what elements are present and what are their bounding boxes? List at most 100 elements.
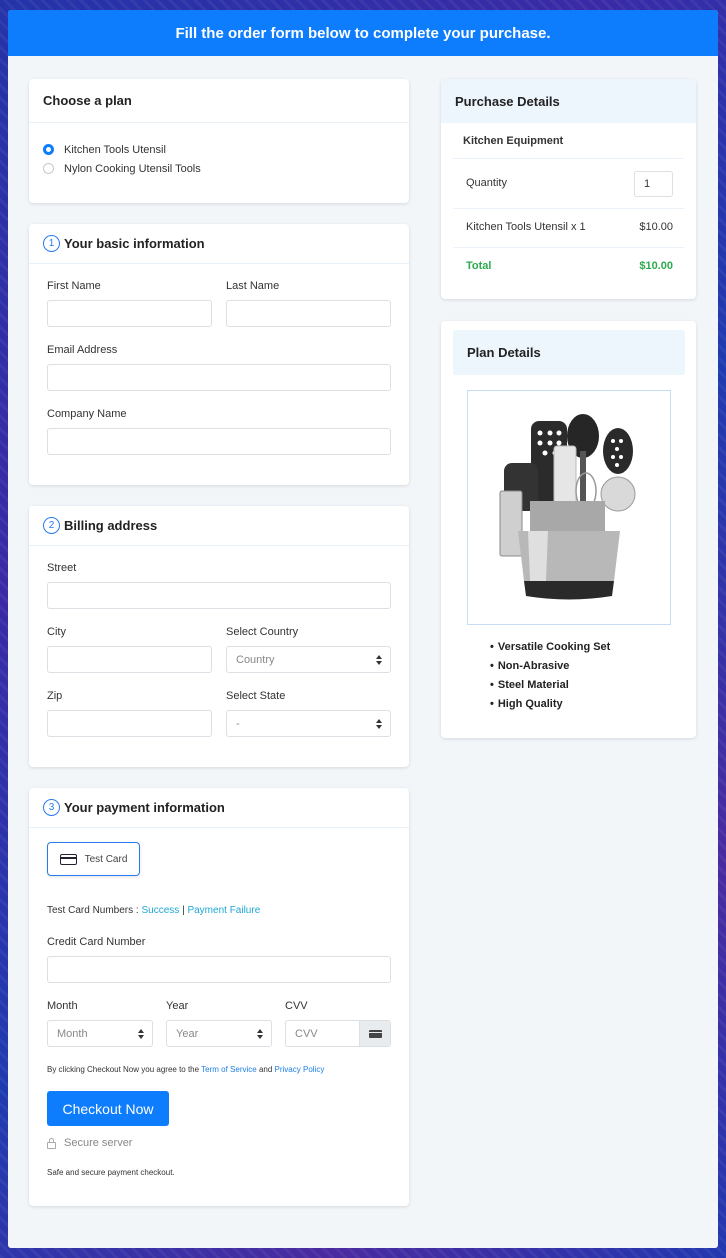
basic-info-card: 1 Your basic information First Name Last…: [29, 224, 409, 485]
email-label: Email Address: [47, 344, 118, 356]
month-label: Month: [47, 1000, 78, 1012]
banner-title: Fill the order form below to complete yo…: [175, 24, 551, 42]
purchase-details-title: Purchase Details: [455, 93, 560, 109]
privacy-policy-link[interactable]: Privacy Policy: [275, 1065, 325, 1074]
country-select[interactable]: Country: [226, 646, 391, 673]
first-name-label: First Name: [47, 280, 101, 292]
billing-title: Billing address: [64, 518, 158, 533]
country-label: Select Country: [226, 626, 299, 638]
street-input[interactable]: [47, 582, 391, 609]
billing-card: 2 Billing address Street City Select Cou…: [29, 506, 409, 767]
cvv-input-group[interactable]: CVV: [285, 1020, 391, 1047]
city-label: City: [47, 626, 66, 638]
test-card-option[interactable]: Test Card: [47, 842, 140, 876]
plan-details-title: Plan Details: [467, 345, 541, 360]
plan-details-card: Plan Details • Versatile Cooking Set • N…: [441, 321, 696, 738]
year-label: Year: [166, 1000, 189, 1012]
year-select[interactable]: Year: [166, 1020, 272, 1047]
city-input[interactable]: [47, 646, 212, 673]
email-input[interactable]: [47, 364, 391, 391]
safe-checkout-text: Safe and secure payment checkout.: [47, 1168, 175, 1177]
payment-failure-link[interactable]: Payment Failure: [187, 905, 260, 916]
plan-option-nylon-tools[interactable]: Nylon Cooking Utensil Tools: [43, 159, 395, 178]
radio-selected-icon[interactable]: [43, 144, 54, 155]
order-form-frame: Fill the order form below to complete yo…: [8, 10, 718, 1248]
divider: [453, 158, 684, 159]
basic-info-title: Your basic information: [64, 236, 205, 251]
billing-header: 2 Billing address: [29, 506, 409, 546]
state-select-value: -: [236, 717, 240, 730]
cvv-input[interactable]: CVV: [286, 1028, 359, 1040]
radio-unselected-icon[interactable]: [43, 163, 54, 174]
test-numbers-prefix: Test Card Numbers :: [47, 905, 142, 916]
quantity-input[interactable]: 1: [634, 171, 673, 197]
plan-option-kitchen-tools[interactable]: Kitchen Tools Utensil: [43, 140, 395, 159]
zip-input[interactable]: [47, 710, 212, 737]
year-select-value: Year: [176, 1027, 199, 1040]
credit-card-input[interactable]: [47, 956, 391, 983]
terms-text: By clicking Checkout Now you agree to th…: [47, 1065, 324, 1074]
state-select[interactable]: -: [226, 710, 391, 737]
step-1-icon: 1: [43, 235, 60, 252]
line-item-name: Kitchen Tools Utensil x 1: [466, 221, 586, 233]
select-arrows-icon: [138, 1029, 144, 1039]
secure-server: Secure server: [47, 1137, 132, 1149]
feature-item: Versatile Cooking Set: [490, 637, 610, 656]
total-value: $10.00: [639, 260, 673, 272]
purchase-details-card: Purchase Details Kitchen Equipment Quant…: [441, 79, 696, 299]
credit-card-label: Credit Card Number: [47, 936, 146, 948]
state-label: Select State: [226, 690, 286, 702]
feature-item: Steel Material: [490, 675, 610, 694]
last-name-input[interactable]: [226, 300, 391, 327]
checkout-now-button[interactable]: Checkout Now: [47, 1091, 169, 1126]
feature-list: Versatile Cooking Set Non-Abrasive Steel…: [490, 637, 610, 713]
choose-plan-title: Choose a plan: [43, 93, 132, 108]
first-name-input[interactable]: [47, 300, 212, 327]
select-arrows-icon: [376, 719, 382, 729]
step-3-icon: 3: [43, 799, 60, 816]
cvv-card-icon: [359, 1021, 390, 1046]
feature-item: High Quality: [490, 694, 610, 713]
product-name: Kitchen Equipment: [463, 135, 564, 147]
company-label: Company Name: [47, 408, 127, 420]
payment-header: 3 Your payment information: [29, 788, 409, 828]
credit-card-icon: [59, 853, 77, 865]
payment-title: Your payment information: [64, 800, 225, 815]
page-banner: Fill the order form below to complete yo…: [8, 10, 718, 56]
plan-details-header: Plan Details: [453, 330, 685, 375]
plan-option-label: Kitchen Tools Utensil: [64, 143, 166, 156]
success-link[interactable]: Success: [141, 905, 179, 916]
test-card-numbers: Test Card Numbers : Success | Payment Fa…: [47, 905, 260, 916]
cvv-label: CVV: [285, 1000, 308, 1012]
lock-icon: [47, 1137, 56, 1149]
month-select[interactable]: Month: [47, 1020, 153, 1047]
plan-option-label: Nylon Cooking Utensil Tools: [64, 162, 201, 175]
divider: [453, 247, 684, 248]
select-arrows-icon: [376, 655, 382, 665]
month-select-value: Month: [57, 1027, 88, 1040]
test-card-label: Test Card: [84, 853, 128, 865]
terms-prefix: By clicking Checkout Now you agree to th…: [47, 1065, 202, 1074]
total-label: Total: [466, 260, 492, 272]
step-2-icon: 2: [43, 517, 60, 534]
payment-card: 3 Your payment information Test Card Tes…: [29, 788, 409, 1206]
choose-plan-card: Choose a plan Kitchen Tools Utensil Nylo…: [29, 79, 409, 203]
secure-server-label: Secure server: [64, 1137, 133, 1149]
divider: [453, 208, 684, 209]
last-name-label: Last Name: [226, 280, 280, 292]
terms-and: and: [256, 1065, 275, 1074]
product-image: [467, 390, 671, 625]
street-label: Street: [47, 562, 77, 574]
line-item-price: $10.00: [639, 221, 673, 233]
separator: |: [182, 905, 185, 916]
basic-info-header: 1 Your basic information: [29, 224, 409, 264]
terms-of-service-link[interactable]: Term of Service: [201, 1065, 257, 1074]
feature-item: Non-Abrasive: [490, 656, 610, 675]
country-select-value: Country: [236, 653, 275, 666]
purchase-details-header: Purchase Details: [441, 79, 696, 123]
company-input[interactable]: [47, 428, 391, 455]
quantity-label: Quantity: [466, 177, 507, 189]
kitchen-utensils-illustration: [499, 414, 636, 600]
select-arrows-icon: [257, 1029, 263, 1039]
zip-label: Zip: [47, 690, 63, 702]
